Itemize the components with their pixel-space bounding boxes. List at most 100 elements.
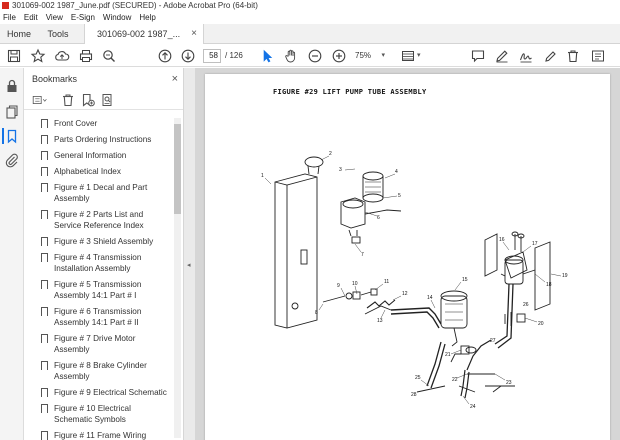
chevron-down-icon[interactable]: ▾ [417, 51, 421, 59]
bookmark-item[interactable]: Figure # 9 Electrical Schematic [24, 385, 172, 401]
hand-icon[interactable] [283, 48, 299, 64]
tab-bar: Home Tools 301069-002 1987_... × [0, 24, 620, 44]
bookmark-item[interactable]: Figure # 3 Shield Assembly [24, 234, 172, 250]
pages-icon[interactable] [4, 104, 20, 120]
minus-circle-icon[interactable] [307, 48, 323, 64]
tab-tools[interactable]: Tools [38, 24, 78, 44]
bookmark-label: Figure # 1 Decal and Part Assembly [54, 183, 148, 203]
bookmark-label: Parts Ordering Instructions [54, 135, 152, 144]
plus-circle-icon[interactable] [331, 48, 347, 64]
star-icon[interactable] [30, 48, 46, 64]
search-icon[interactable] [101, 48, 117, 64]
callout-number: 21 [445, 352, 451, 358]
tab-document[interactable]: 301069-002 1987_... × [84, 24, 204, 44]
callout-number: 7 [361, 252, 364, 258]
page-number-input[interactable]: 58 [203, 49, 221, 63]
pen-icon[interactable] [542, 48, 558, 64]
lock-icon[interactable] [4, 78, 20, 94]
callout-number: 10 [352, 281, 358, 287]
bookmark-icon [41, 334, 48, 344]
close-icon[interactable]: × [172, 68, 178, 90]
pen-icon[interactable] [494, 48, 510, 64]
bookmark-item[interactable]: Figure # 1 Decal and Part Assembly [24, 180, 172, 207]
sign-icon[interactable] [518, 48, 534, 64]
arrow-up-circle-icon[interactable] [157, 48, 173, 64]
bookmark-item[interactable]: Figure # 10 Electrical Schematic Symbols [24, 401, 172, 428]
print-icon[interactable] [78, 48, 94, 64]
bookmark-item[interactable]: Figure # 6 Transmission Assembly 14:1 Pa… [24, 304, 172, 331]
trash-icon[interactable] [565, 48, 581, 64]
bookmark-icon [41, 151, 48, 161]
bookmark-item[interactable]: Figure # 8 Brake Cylinder Assembly [24, 358, 172, 385]
upload-icon[interactable] [54, 48, 70, 64]
bookmark-icon [41, 307, 48, 317]
bookmark-item[interactable]: Front Cover [24, 116, 172, 132]
bookmarks-scrollbar-thumb[interactable] [174, 124, 181, 214]
callout-number: 5 [398, 193, 401, 199]
bookmark-label: Figure # 4 Transmission Installation Ass… [54, 253, 142, 273]
bookmark-icon[interactable] [2, 128, 18, 144]
arrow-down-circle-icon[interactable] [180, 48, 196, 64]
find-bookmark-icon[interactable] [100, 92, 116, 108]
zoom-select[interactable]: 75% ▾ [355, 49, 387, 63]
bookmark-item[interactable]: General Information [24, 148, 172, 164]
menu-help[interactable]: Help [135, 13, 159, 22]
menu-view[interactable]: View [42, 13, 67, 22]
callout-number: 13 [377, 318, 383, 324]
bookmark-label: Alphabetical Index [54, 167, 121, 176]
add-bookmark-icon[interactable] [80, 92, 96, 108]
callout-number: 15 [462, 277, 468, 283]
bookmarks-title: Bookmarks [32, 74, 78, 84]
callout-number: 4 [395, 169, 398, 175]
menu-window[interactable]: Window [99, 13, 135, 22]
attachment-icon[interactable] [4, 152, 20, 168]
bookmark-icon [41, 167, 48, 177]
bookmark-icon [41, 135, 48, 145]
bookmarks-toolbar [24, 90, 183, 110]
close-icon[interactable]: × [191, 24, 197, 44]
bookmark-label: Figure # 2 Parts List and Service Refere… [54, 210, 144, 230]
options-menu-icon[interactable] [32, 92, 52, 108]
pointer-icon[interactable] [259, 48, 275, 64]
bookmark-item[interactable]: Figure # 11 Frame Wiring Harness Assembl… [24, 428, 172, 440]
bookmark-item[interactable]: Figure # 4 Transmission Installation Ass… [24, 250, 172, 277]
callout-number: 17 [532, 241, 538, 247]
panel-splitter[interactable]: ◂ [184, 68, 195, 440]
bookmark-item[interactable]: Figure # 5 Transmission Assembly 14:1 Pa… [24, 277, 172, 304]
bookmark-label: Figure # 7 Drive Motor Assembly [54, 334, 136, 354]
more-icon[interactable] [590, 48, 606, 64]
bookmark-label: Figure # 3 Shield Assembly [54, 237, 154, 246]
bookmarks-header: Bookmarks × [24, 68, 183, 90]
menu-file[interactable]: File [0, 13, 20, 22]
bookmark-icon [41, 237, 48, 247]
bookmark-icon [41, 280, 48, 290]
save-icon[interactable] [6, 48, 22, 64]
bookmark-icon [41, 183, 48, 193]
document-viewport[interactable]: FIGURE #29 LIFT PUMP TUBE ASSEMBLY 1 2 3… [195, 68, 620, 440]
callout-number: 28 [411, 392, 417, 398]
chevron-down-icon: ▾ [381, 52, 385, 59]
bookmark-icon [41, 431, 48, 440]
bookmark-item[interactable]: Parts Ordering Instructions [24, 132, 172, 148]
collapse-panel-icon[interactable]: ◂ [187, 261, 191, 269]
bookmark-icon [41, 253, 48, 263]
comment-icon[interactable] [470, 48, 486, 64]
bookmark-label: Figure # 6 Transmission Assembly 14:1 Pa… [54, 307, 142, 327]
bookmarks-scrollbar[interactable] [174, 118, 181, 438]
bookmark-item[interactable]: Alphabetical Index [24, 164, 172, 180]
bookmark-icon [41, 361, 48, 371]
window-title: 301069-002 1987_June.pdf (SECURED) - Ado… [12, 1, 258, 10]
bookmark-item[interactable]: Figure # 2 Parts List and Service Refere… [24, 207, 172, 234]
fit-page-icon[interactable] [400, 48, 416, 64]
bookmark-item[interactable]: Figure # 7 Drive Motor Assembly [24, 331, 172, 358]
callout-number: 2 [329, 151, 332, 157]
trash-icon[interactable] [60, 92, 76, 108]
callout-number: 24 [470, 404, 476, 410]
callout-number: 20 [538, 321, 544, 327]
acrobat-app-icon [2, 2, 9, 9]
menu-edit[interactable]: Edit [20, 13, 42, 22]
menu-esign[interactable]: E-Sign [67, 13, 99, 22]
bookmark-label: General Information [54, 151, 127, 160]
tab-home[interactable]: Home [0, 24, 38, 44]
menu-bar: File Edit View E-Sign Window Help [0, 11, 620, 24]
